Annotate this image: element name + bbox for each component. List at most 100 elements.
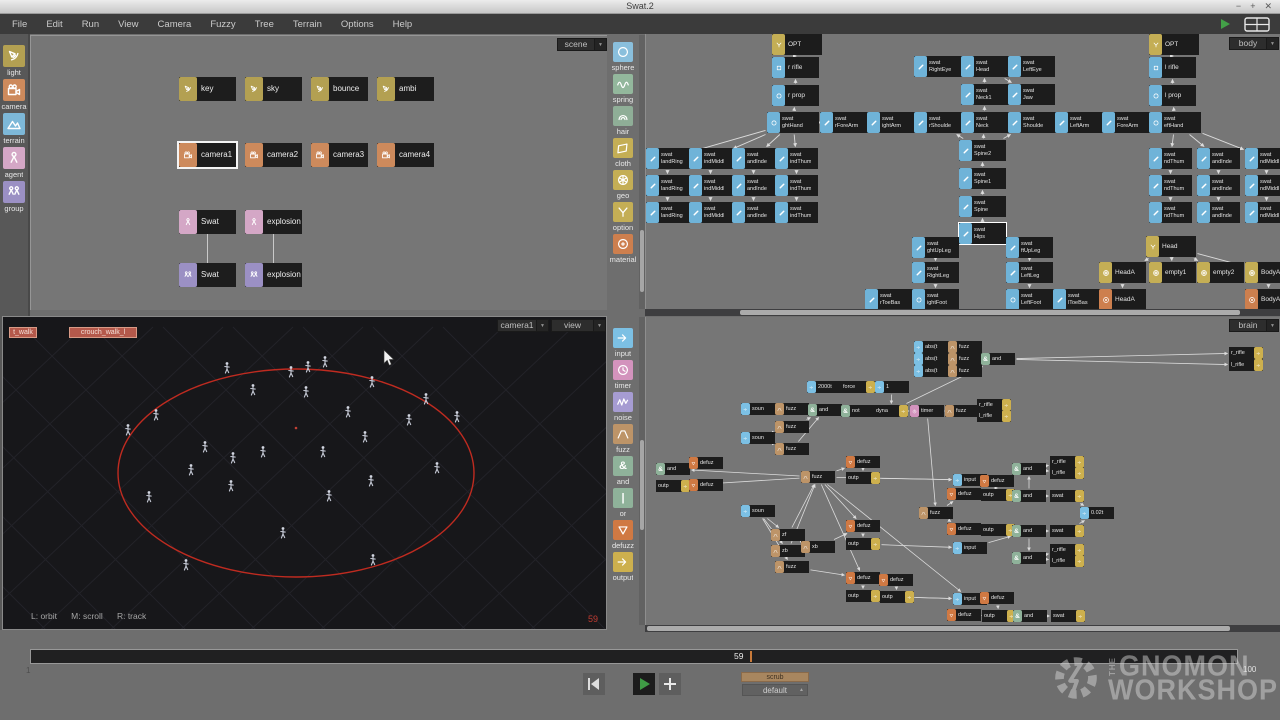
gnode-andInde[interactable]: swat andInde [732, 148, 775, 169]
bnode-fuzz[interactable]: fuzz [775, 421, 809, 433]
menu-view[interactable]: View [118, 19, 138, 30]
bnode-defuz[interactable]: defuz [689, 479, 723, 491]
bnode-defuz[interactable]: defuz [980, 475, 1014, 487]
gnode-rForeArm[interactable]: swat rForeArm [820, 112, 867, 133]
bnode-fuzz[interactable]: fuzz [775, 443, 809, 455]
menu-run[interactable]: Run [82, 19, 99, 30]
gnode-ndMiddl[interactable]: swat ndMiddl [1245, 202, 1280, 223]
bnode-defuz[interactable]: defuz [947, 523, 981, 535]
bnode-outp[interactable]: outp [982, 610, 1016, 622]
tool-or[interactable]: |or [608, 488, 638, 518]
bnode-fuzz[interactable]: fuzz [948, 353, 982, 365]
scene-node-Swat[interactable]: Swat [179, 263, 236, 287]
tool-timer[interactable]: timer [608, 360, 638, 390]
gnode-OPT[interactable]: OPT [1149, 34, 1199, 55]
gnode-Head[interactable]: Head [1146, 236, 1196, 257]
gnode-landRing[interactable]: swat landRing [646, 148, 689, 169]
bnode-and[interactable]: &and [1012, 552, 1046, 564]
bnode-and[interactable]: &and [1012, 525, 1046, 537]
scene-node-camera2[interactable]: camera2 [245, 143, 302, 167]
scene-node-camera3[interactable]: camera3 [311, 143, 368, 167]
tool-terrain[interactable]: terrain [0, 113, 28, 145]
add-button[interactable] [659, 673, 681, 695]
bnode-l_rifle[interactable]: l_rifle [1050, 467, 1084, 479]
gnode-LeftEye[interactable]: swat LeftEye [1008, 56, 1055, 77]
tool-cloth[interactable]: cloth [608, 138, 638, 168]
gnode-LeftArm[interactable]: swat LeftArm [1055, 112, 1102, 133]
tool-material[interactable]: material [608, 234, 638, 264]
gnode-indMiddl[interactable]: swat indMiddl [689, 148, 732, 169]
scene-node-ambi[interactable]: ambi [377, 77, 434, 101]
gnode-r rifle[interactable]: r rifle [772, 57, 819, 78]
viewport-tab-crouch_walk_l[interactable]: crouch_walk_l [69, 327, 137, 338]
bnode-fuzz[interactable]: fuzz [919, 507, 953, 519]
bnode-and[interactable]: &and [808, 404, 842, 416]
gnode-l prop[interactable]: l prop [1149, 85, 1196, 106]
bnode-2000t[interactable]: 2000t [807, 381, 841, 393]
gnode-BodyA[interactable]: BodyA [1245, 289, 1280, 309]
scrollbar-body-horizontal[interactable] [645, 309, 1280, 316]
bnode-xb[interactable]: xb [801, 541, 835, 553]
scene-panel-selector[interactable]: scene ▼ [557, 38, 607, 51]
scene-node-Swat[interactable]: Swat [179, 210, 236, 234]
menu-edit[interactable]: Edit [46, 19, 62, 30]
tool-input[interactable]: input [608, 328, 638, 358]
gnode-Neck1[interactable]: swat Neck1 [961, 84, 1008, 105]
brain-panel-selector[interactable]: brain ▼ [1229, 319, 1279, 332]
bnode-fuzz[interactable]: fuzz [775, 561, 809, 573]
bnode-defuz[interactable]: defuz [980, 592, 1014, 604]
bnode-and[interactable]: &and [1012, 463, 1046, 475]
bnode-outp[interactable]: outp [981, 489, 1015, 501]
gnode-Spine[interactable]: swat Spine [959, 196, 1006, 217]
gnode-andInde[interactable]: swat andInde [1197, 202, 1240, 223]
bnode-defuz[interactable]: defuz [947, 488, 981, 500]
gnode-Jaw[interactable]: swat Jaw [1008, 84, 1055, 105]
gnode-Spine1[interactable]: swat Spine1 [959, 168, 1006, 189]
bnode-abs(t[interactable]: abs(t [914, 365, 948, 377]
bnode-outp[interactable]: outp [981, 524, 1015, 536]
bnode-defuz[interactable]: defuz [846, 456, 880, 468]
gnode-ForeArm[interactable]: swat ForeArm [1102, 112, 1149, 133]
body-panel-selector[interactable]: body ▼ [1229, 37, 1279, 50]
gnode-RightEye[interactable]: swat RightEye [914, 56, 961, 77]
tool-output[interactable]: output [608, 552, 638, 582]
bnode-zb[interactable]: zb [771, 545, 805, 557]
bnode-outp[interactable]: outp [656, 480, 690, 492]
scrollbar-brain-horizontal[interactable] [645, 625, 1280, 632]
menu-options[interactable]: Options [341, 19, 374, 30]
rewind-button[interactable] [583, 673, 605, 695]
gnode-indMiddl[interactable]: swat indMiddl [689, 202, 732, 223]
bnode-and[interactable]: &and [1013, 610, 1047, 622]
viewport-camera-selector[interactable]: camera1 ▼ [497, 319, 549, 332]
gnode-landRing[interactable]: swat landRing [646, 175, 689, 196]
gnode-andInde[interactable]: swat andInde [732, 202, 775, 223]
tool-spring[interactable]: spring [608, 74, 638, 104]
gnode-Shoulde[interactable]: swat Shoulde [1008, 112, 1055, 133]
menu-help[interactable]: Help [393, 19, 413, 30]
bnode-soun[interactable]: soun [741, 403, 775, 415]
tool-geo[interactable]: geo [608, 170, 638, 200]
gnode-Hips[interactable]: swat Hips [959, 223, 1006, 244]
maximize-button[interactable]: + [1250, 1, 1255, 12]
bnode-defuz[interactable]: defuz [846, 520, 880, 532]
bnode-outp[interactable]: outp [846, 472, 880, 484]
bnode-swat[interactable]: swat [1050, 525, 1084, 537]
scene-panel[interactable]: scene ▼ keyskybounceambicamera1camera2ca… [30, 35, 607, 310]
bnode-swat[interactable]: swat [1050, 490, 1084, 502]
bnode-fuzz[interactable]: fuzz [948, 341, 982, 353]
gnode-l rifle[interactable]: l rifle [1149, 57, 1196, 78]
bnode-swat[interactable]: swat [1051, 610, 1085, 622]
scene-node-camera1[interactable]: camera1 [179, 143, 236, 167]
gnode-lToeBas[interactable]: swat lToeBas [1053, 289, 1100, 309]
bnode-outp[interactable]: outp [880, 591, 914, 603]
bnode-fuzz[interactable]: fuzz [945, 405, 979, 417]
gnode-BodyA[interactable]: BodyA [1245, 262, 1280, 283]
timeline[interactable]: 59 [30, 649, 1238, 664]
gnode-ghtUpLeg[interactable]: swat ghtUpLeg [912, 237, 959, 258]
bnode-abs(t[interactable]: abs(t [914, 341, 948, 353]
gnode-indThum[interactable]: swat indThum [775, 202, 818, 223]
tool-light[interactable]: light [0, 45, 28, 77]
gnode-ndThum[interactable]: swat ndThum [1149, 175, 1192, 196]
menu-tree[interactable]: Tree [255, 19, 274, 30]
timeline-playhead[interactable] [750, 651, 752, 662]
